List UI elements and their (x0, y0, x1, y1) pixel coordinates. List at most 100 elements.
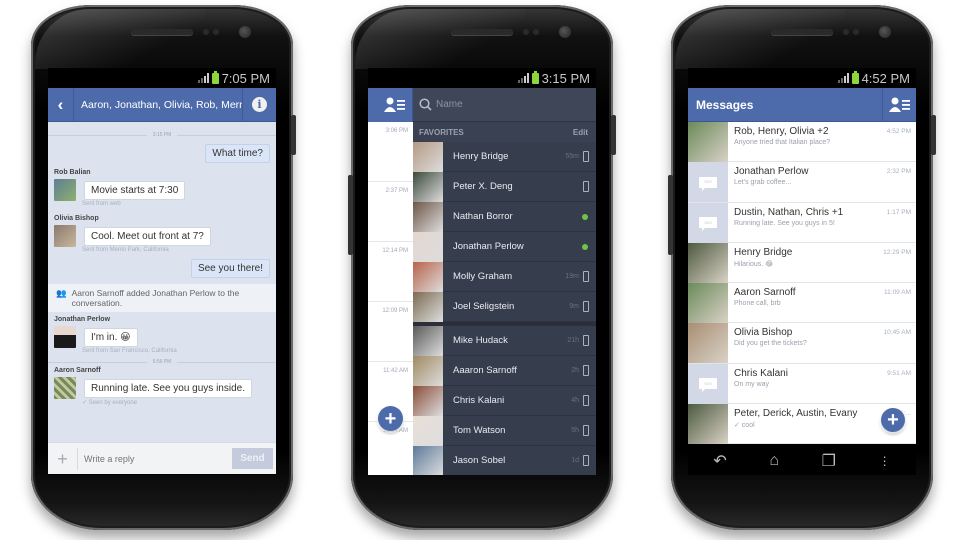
composer: + Send (48, 442, 276, 474)
power-button[interactable] (668, 175, 673, 255)
contact-name: Henry Bridge (453, 151, 509, 162)
last-active: 19m (565, 273, 579, 280)
mobile-phone-icon (583, 271, 589, 282)
volume-button[interactable] (291, 115, 296, 155)
recents-nav-icon[interactable]: ❐ (822, 451, 836, 471)
back-nav-icon[interactable]: ↶ (713, 451, 726, 471)
thread-row[interactable]: SMS Jonathan Perlow 2:32 PM Let's grab coff… (688, 162, 916, 203)
system-message-text: Aaron Sarnoff added Jonathan Perlow to t… (71, 288, 240, 308)
avatar (413, 201, 443, 232)
avatar (413, 355, 443, 386)
avatar (413, 325, 443, 356)
sensor (523, 29, 529, 35)
mobile-phone-icon (583, 455, 589, 466)
power-button[interactable] (348, 175, 353, 255)
overflow-menu-icon[interactable]: ⋮ (879, 454, 891, 468)
avatar (413, 415, 443, 446)
mobile-phone-icon (583, 181, 589, 192)
avatar (688, 242, 728, 283)
contact-row[interactable]: Chris Kalani 4h (413, 385, 596, 416)
chat-body[interactable]: 3:15 PM What time? Rob Balian Movie star… (48, 122, 276, 442)
chevron-left-icon[interactable]: ‹ (48, 87, 74, 122)
thread-time: 2:37 PM (368, 182, 413, 242)
phone-contacts: 3:15 PM 3:06 PM 2:37 PM 12:14 PM 12:09 P… (348, 5, 616, 530)
status-time: 4:52 PM (861, 70, 910, 86)
sms-label: SMS (699, 176, 717, 191)
contact-row[interactable]: Molly Graham 19m (413, 261, 596, 292)
sms-icon: SMS (688, 162, 728, 203)
thread-row[interactable]: SMS Chris Kalani 9:51 AM On my way (688, 363, 916, 405)
avatar[interactable] (54, 326, 76, 348)
thread-row[interactable]: SMS Dustin, Nathan, Chris +1 1:17 PM Runnin… (688, 202, 916, 243)
thread-row[interactable]: Olivia Bishop 10:45 AM Did you get the tic… (688, 323, 916, 364)
screen: 3:15 PM 3:06 PM 2:37 PM 12:14 PM 12:09 P… (368, 68, 596, 475)
contact-row[interactable]: Jason Sobel 1d (413, 445, 596, 475)
contact-row[interactable]: Joel Seligstein 9m (413, 291, 596, 322)
thread-list: Rob, Henry, Olivia +2 4:52 PM Anyone tried… (688, 122, 916, 444)
contacts-button[interactable] (882, 87, 916, 122)
person-list-icon (888, 97, 910, 112)
contact-row[interactable]: Nathan Borror (413, 201, 596, 232)
last-active: 55m (565, 153, 579, 160)
mobile-phone-icon (583, 335, 589, 346)
contact-name: Molly Graham (453, 271, 513, 282)
avatar (413, 231, 443, 262)
avatar[interactable] (54, 377, 76, 399)
thread-snippet: Phone call, brb (734, 300, 781, 308)
last-active: 1d (571, 457, 579, 464)
speaker (131, 29, 193, 35)
new-message-button[interactable]: + (378, 406, 403, 431)
contact-name: Jonathan Perlow (453, 241, 524, 252)
thread-row[interactable]: Rob, Henry, Olivia +2 4:52 PM Anyone tried… (688, 122, 916, 163)
thread-row[interactable]: Aaron Sarnoff 11:09 AM Phone call, brb (688, 283, 916, 324)
edit-button[interactable]: Edit (573, 128, 588, 137)
battery-icon (211, 70, 219, 84)
contact-row[interactable]: Jonathan Perlow (413, 231, 596, 262)
message-bubble: Running late. See you guys inside. (84, 378, 252, 398)
contact-row[interactable]: Peter X. Deng (413, 171, 596, 202)
contact-row[interactable]: Tom Watson 5h (413, 415, 596, 446)
plus-icon[interactable]: + (48, 447, 78, 470)
name-search-input[interactable] (436, 99, 556, 110)
thread-time: 3:06 PM (368, 122, 413, 182)
favorites-header: FAVORITES Edit (413, 122, 596, 142)
status-bar: 7:05 PM (48, 68, 276, 88)
avatar[interactable] (54, 179, 76, 201)
sender-name: Rob Balian (54, 169, 91, 176)
avatar[interactable] (54, 225, 76, 247)
thread-name: Aaron Sarnoff (734, 287, 796, 299)
sensor (853, 29, 859, 35)
volume-button[interactable] (611, 115, 616, 155)
status-bar: 3:15 PM (368, 68, 596, 88)
contacts-toggle-button[interactable] (368, 88, 413, 122)
thread-name: Henry Bridge (734, 246, 793, 258)
message-row: Aaron Sarnoff Running late. See you guys… (54, 367, 270, 406)
message-meta: Sent from San Francisco, California (82, 348, 177, 354)
conversation-title[interactable]: Aaron, Jonathan, Olivia, Rob, Merrill (74, 99, 242, 111)
contact-row[interactable]: Mike Hudack 21h (413, 325, 596, 356)
volume-button[interactable] (931, 115, 936, 155)
thread-row[interactable]: Henry Bridge 12:29 PM Hilarious. 😂 (688, 242, 916, 284)
contact-name: Peter X. Deng (453, 181, 513, 192)
contact-row[interactable]: Aaaron Sarnoff 2h (413, 355, 596, 386)
contact-row[interactable]: Henry Bridge 55m (413, 141, 596, 172)
home-nav-icon[interactable]: ⌂ (769, 452, 779, 470)
sender-name: Aaron Sarnoff (54, 367, 101, 374)
favorites-label: FAVORITES (419, 127, 464, 137)
sensor (533, 29, 539, 35)
thread-snippet: Did you get the tickets? (734, 340, 807, 348)
contact-name: Nathan Borror (453, 211, 513, 222)
battery-icon (851, 70, 859, 84)
thread-snippet: Let's grab coffee... (734, 179, 792, 187)
send-button[interactable]: Send (232, 448, 273, 469)
thread-snippet: Running late. See you guys in 5! (734, 219, 835, 227)
new-message-button[interactable]: + (881, 408, 905, 432)
reply-input[interactable] (78, 453, 232, 464)
last-active: 2h (571, 367, 579, 374)
sms-label: SMS (699, 378, 717, 393)
contact-name: Mike Hudack (453, 335, 508, 346)
info-button[interactable]: i (242, 87, 276, 122)
mobile-phone-icon (583, 301, 589, 312)
page-title: Messages (696, 97, 754, 112)
info-icon: i (252, 97, 267, 112)
